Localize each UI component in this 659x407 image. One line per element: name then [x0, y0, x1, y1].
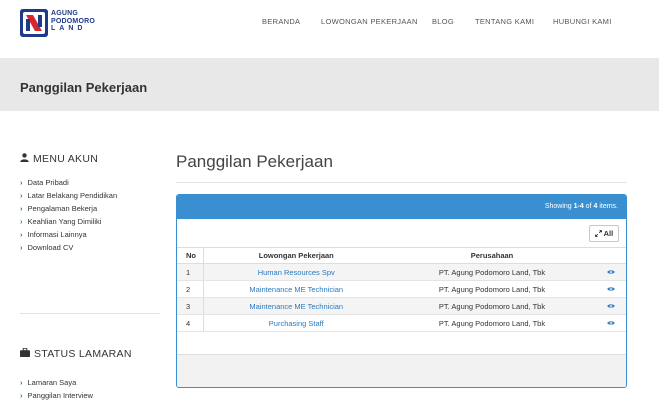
table-row: 3 Maintenance ME Technician PT. Agung Po…	[177, 297, 626, 315]
company-cell: PT. Agung Podomoro Land, Tbk	[389, 263, 595, 281]
menu-akun-heading: MENU AKUN	[20, 153, 98, 165]
chevron-right-icon: ›	[20, 204, 23, 213]
column-header-job: Lowongan Pekerjaan	[203, 247, 389, 264]
view-action-cell	[595, 314, 626, 332]
results-panel: Showing 1-4 of 4 items. All No Lowongan …	[176, 194, 627, 388]
agung-podomoro-logo-icon	[20, 9, 48, 37]
view-action-cell	[595, 280, 626, 298]
job-title-link[interactable]: Human Resources Spv	[258, 268, 335, 277]
table-row: 4 Purchasing Staff PT. Agung Podomoro La…	[177, 314, 626, 332]
nav-beranda[interactable]: BERANDA	[262, 17, 300, 26]
sidebar-divider	[20, 313, 160, 314]
chevron-right-icon: ›	[20, 230, 23, 239]
job-title-link[interactable]: Maintenance ME Technician	[249, 302, 343, 311]
nav-lowongan-pekerjaan[interactable]: LOWONGAN PEKERJAAN	[321, 17, 418, 26]
job-call-table: No Lowongan Pekerjaan Perusahaan 1 Human…	[177, 247, 626, 332]
company-cell: PT. Agung Podomoro Land, Tbk	[389, 314, 595, 332]
job-title-cell: Human Resources Spv	[203, 263, 389, 281]
section-divider	[176, 182, 627, 183]
eye-icon[interactable]	[606, 268, 615, 277]
eye-icon[interactable]	[606, 319, 615, 328]
expand-arrows-icon	[594, 229, 604, 238]
briefcase-icon	[20, 347, 30, 360]
chevron-right-icon: ›	[20, 191, 23, 200]
sidebar-item-latar-belakang-pendidikan[interactable]: › Latar Belakang Pendidikan	[20, 189, 117, 202]
column-header-actions	[595, 247, 626, 264]
grid-toolbar: All	[177, 219, 626, 247]
sidebar-item-lamaran-saya[interactable]: › Lamaran Saya	[20, 376, 93, 389]
section-title: Panggilan Pekerjaan	[176, 152, 333, 171]
table-row: 2 Maintenance ME Technician PT. Agung Po…	[177, 280, 626, 298]
eye-icon[interactable]	[606, 285, 615, 294]
company-cell: PT. Agung Podomoro Land, Tbk	[389, 297, 595, 315]
job-title-link[interactable]: Purchasing Staff	[269, 319, 324, 328]
site-header: AGUNG PODOMORO LAND BERANDA LOWONGAN PEK…	[0, 0, 659, 46]
row-number: 1	[177, 263, 204, 281]
job-title-cell: Maintenance ME Technician	[203, 297, 389, 315]
results-summary: Showing 1-4 of 4 items.	[177, 195, 626, 219]
sidebar-item-informasi-lainnya[interactable]: › Informasi Lainnya	[20, 228, 117, 241]
page-banner: Panggilan Pekerjaan	[0, 58, 659, 111]
sidebar-item-data-pribadi[interactable]: › Data Pribadi	[20, 176, 117, 189]
user-icon	[20, 153, 29, 165]
nav-hubungi-kami[interactable]: HUBUNGI KAMI	[553, 17, 612, 26]
brand-name: AGUNG PODOMORO LAND	[51, 10, 95, 32]
grid-footer	[177, 354, 626, 387]
sidebar-item-pengalaman-bekerja[interactable]: › Pengalaman Bekerja	[20, 202, 117, 215]
table-row: 1 Human Resources Spv PT. Agung Podomoro…	[177, 263, 626, 281]
sidebar-item-keahlian-yang-dimiliki[interactable]: › Keahlian Yang Dimiliki	[20, 215, 117, 228]
sidebar-item-panggilan-interview[interactable]: › Panggilan Interview	[20, 389, 93, 402]
row-number: 3	[177, 297, 204, 315]
chevron-right-icon: ›	[20, 391, 23, 400]
show-all-button[interactable]: All	[589, 225, 619, 242]
column-header-no: No	[177, 247, 204, 264]
page-title: Panggilan Pekerjaan	[20, 80, 148, 95]
chevron-right-icon: ›	[20, 378, 23, 387]
table-header-row: No Lowongan Pekerjaan Perusahaan	[177, 247, 626, 264]
row-number: 2	[177, 280, 204, 298]
view-action-cell	[595, 263, 626, 281]
chevron-right-icon: ›	[20, 178, 23, 187]
job-title-link[interactable]: Maintenance ME Technician	[249, 285, 343, 294]
status-lamaran-list: › Lamaran Saya › Panggilan Interview	[20, 376, 93, 402]
eye-icon[interactable]	[606, 302, 615, 311]
sidebar-item-download-cv[interactable]: › Download CV	[20, 241, 117, 254]
job-title-cell: Purchasing Staff	[203, 314, 389, 332]
row-number: 4	[177, 314, 204, 332]
job-title-cell: Maintenance ME Technician	[203, 280, 389, 298]
brand-logo[interactable]: AGUNG PODOMORO LAND	[20, 9, 120, 37]
chevron-right-icon: ›	[20, 243, 23, 252]
nav-tentang-kami[interactable]: TENTANG KAMI	[475, 17, 534, 26]
column-header-company: Perusahaan	[389, 247, 595, 264]
view-action-cell	[595, 297, 626, 315]
chevron-right-icon: ›	[20, 217, 23, 226]
nav-blog[interactable]: BLOG	[432, 17, 454, 26]
company-cell: PT. Agung Podomoro Land, Tbk	[389, 280, 595, 298]
menu-akun-list: › Data Pribadi › Latar Belakang Pendidikan…	[20, 176, 117, 254]
status-lamaran-heading: STATUS LAMARAN	[20, 347, 132, 360]
